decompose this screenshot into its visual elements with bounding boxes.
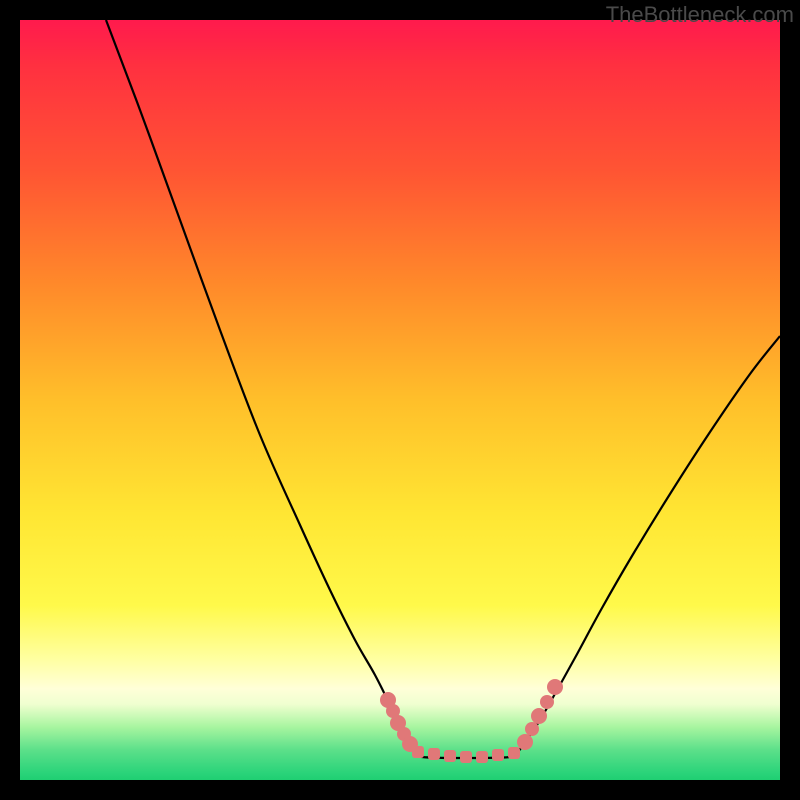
left-curve xyxy=(106,20,414,752)
plateau-marker xyxy=(444,750,456,762)
plateau-marker xyxy=(460,751,472,763)
chart-overlay xyxy=(20,20,780,780)
plateau-marker xyxy=(492,749,504,761)
plateau-marker xyxy=(412,746,424,758)
plateau-marker xyxy=(428,748,440,760)
plateau-marker xyxy=(476,751,488,763)
markers-plateau-group xyxy=(412,746,520,763)
watermark-text: TheBottleneck.com xyxy=(606,2,794,28)
curve-marker xyxy=(525,722,539,736)
plateau-marker xyxy=(508,747,520,759)
curve-marker xyxy=(531,708,547,724)
curve-marker xyxy=(547,679,563,695)
curve-marker xyxy=(540,695,554,709)
chart-frame xyxy=(20,20,780,780)
curve-marker xyxy=(517,734,533,750)
markers-round-group xyxy=(380,679,563,752)
